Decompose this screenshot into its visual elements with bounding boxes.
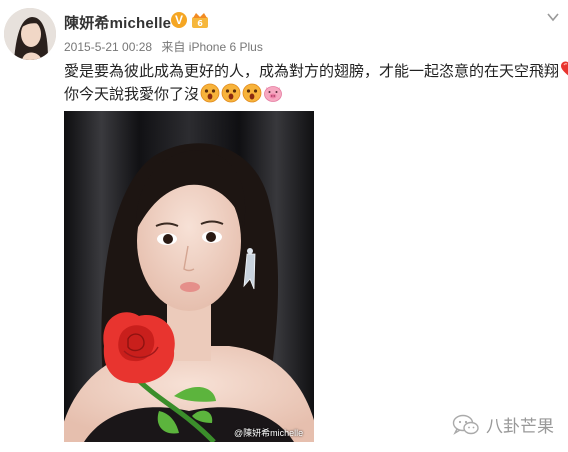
vip-crown-icon: 6 — [191, 11, 209, 29]
pig-face-icon — [263, 83, 283, 103]
wechat-icon — [452, 414, 480, 436]
avatar[interactable] — [4, 8, 56, 60]
brand-name: 八卦芒果 — [486, 417, 554, 436]
post-text-line-2: 你今天說我愛你了沒 — [64, 83, 560, 106]
svg-text:6: 6 — [197, 19, 203, 28]
chevron-down-icon[interactable] — [546, 10, 560, 24]
heart-icon — [560, 60, 568, 80]
post-text: 愛是要為彼此成為更好的人，成為對方的翅膀，才能一起恣意的在天空飛翔~ 你今天說我… — [64, 60, 568, 106]
post-photo[interactable]: @陳妍希michelle — [64, 111, 314, 442]
surprised-face-icon — [221, 83, 241, 103]
timestamp[interactable]: 2015-5-21 00:28 — [64, 40, 152, 54]
surprised-face-icon — [200, 83, 220, 103]
post-meta: 2015-5-21 00:28 来自 iPhone 6 Plus — [64, 38, 263, 55]
photo-watermark: @陳妍希michelle — [234, 428, 304, 438]
source-prefix: 来自 — [161, 40, 186, 54]
surprised-face-icon — [242, 83, 262, 103]
username[interactable]: 陳妍希michelle — [64, 12, 171, 33]
brand-watermark: 八卦芒果 — [452, 412, 554, 437]
source-device[interactable]: iPhone 6 Plus — [189, 40, 263, 54]
verified-badge: V — [171, 12, 187, 28]
post-text-line-1: 愛是要為彼此成為更好的人，成為對方的翅膀，才能一起恣意的在天空飛翔~ — [64, 60, 568, 83]
